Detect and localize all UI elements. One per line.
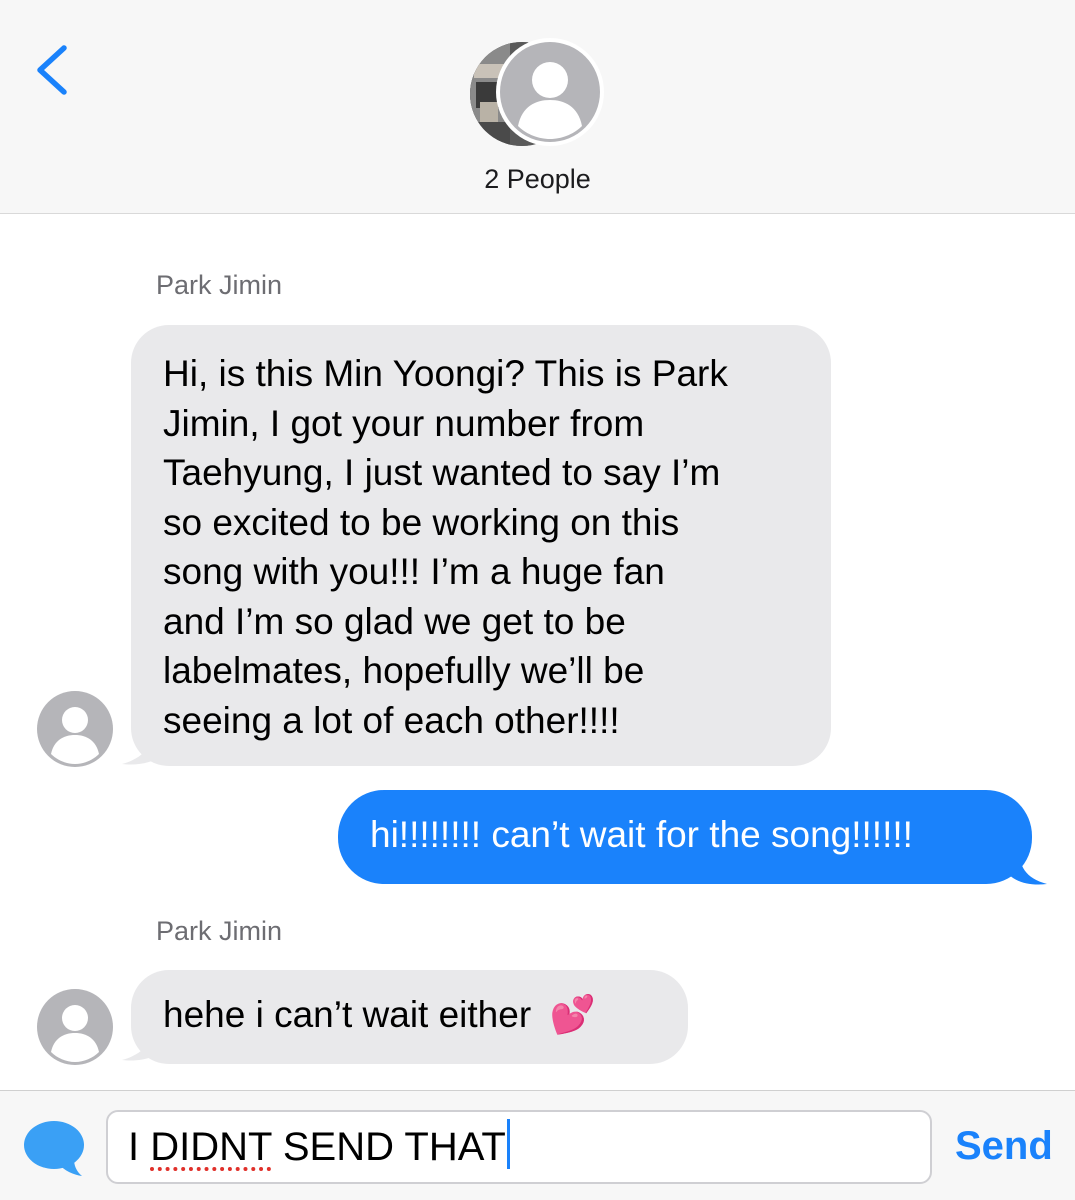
person-icon (37, 989, 113, 1065)
person-icon (37, 691, 113, 767)
back-button[interactable] (30, 40, 80, 100)
send-button[interactable]: Send (955, 1124, 1053, 1169)
message-line: Taehyung, I just wanted to say I’m (163, 452, 721, 493)
message-input[interactable]: I DIDNT SEND THAT (106, 1110, 932, 1184)
message-bubble-outgoing[interactable]: hi!!!!!!!! can’t wait for the song!!!!!! (338, 790, 1032, 884)
message-bubble-incoming[interactable]: hehe i can’t wait either 💕 (131, 970, 688, 1064)
typed-text: I (128, 1125, 140, 1169)
message-line: song with you!!! I’m a huge fan (163, 551, 665, 592)
app-store-button[interactable] (22, 1119, 86, 1179)
message-line: Jimin, I got your number from (163, 402, 645, 444)
conversation-title[interactable]: 2 People (0, 164, 1075, 195)
message-line: seeing a lot of each other!!!! (163, 699, 620, 741)
message-line: Hi, is this Min Yoongi? This is Park (163, 353, 728, 394)
misspelled-word[interactable]: DIDNT (150, 1125, 271, 1169)
message-bubble-incoming[interactable]: Hi, is this Min Yoongi? This is Park Jim… (131, 325, 831, 766)
message-text: hehe i can’t wait either (163, 994, 532, 1035)
sender-avatar[interactable] (36, 988, 114, 1066)
app-store-icon (24, 1121, 84, 1176)
two-hearts-emoji: 💕 (549, 994, 596, 1035)
sender-name: Park Jimin (156, 916, 283, 946)
message-line: so excited to be working on this (163, 501, 680, 543)
default-contact-avatar[interactable] (496, 38, 604, 146)
message-line: and I’m so glad we get to be (163, 600, 626, 642)
sender-avatar[interactable] (36, 690, 114, 768)
message-line: labelmates, hopefully we’ll be (163, 650, 645, 691)
message-text: hi!!!!!!!! can’t wait for the song!!!!!! (370, 814, 913, 855)
chevron-left-icon (37, 45, 67, 95)
text-caret (506, 1119, 510, 1169)
conversation-header: 2 People (0, 0, 1075, 214)
typed-text: SEND THAT (282, 1125, 506, 1169)
sender-name: Park Jimin (156, 270, 283, 300)
